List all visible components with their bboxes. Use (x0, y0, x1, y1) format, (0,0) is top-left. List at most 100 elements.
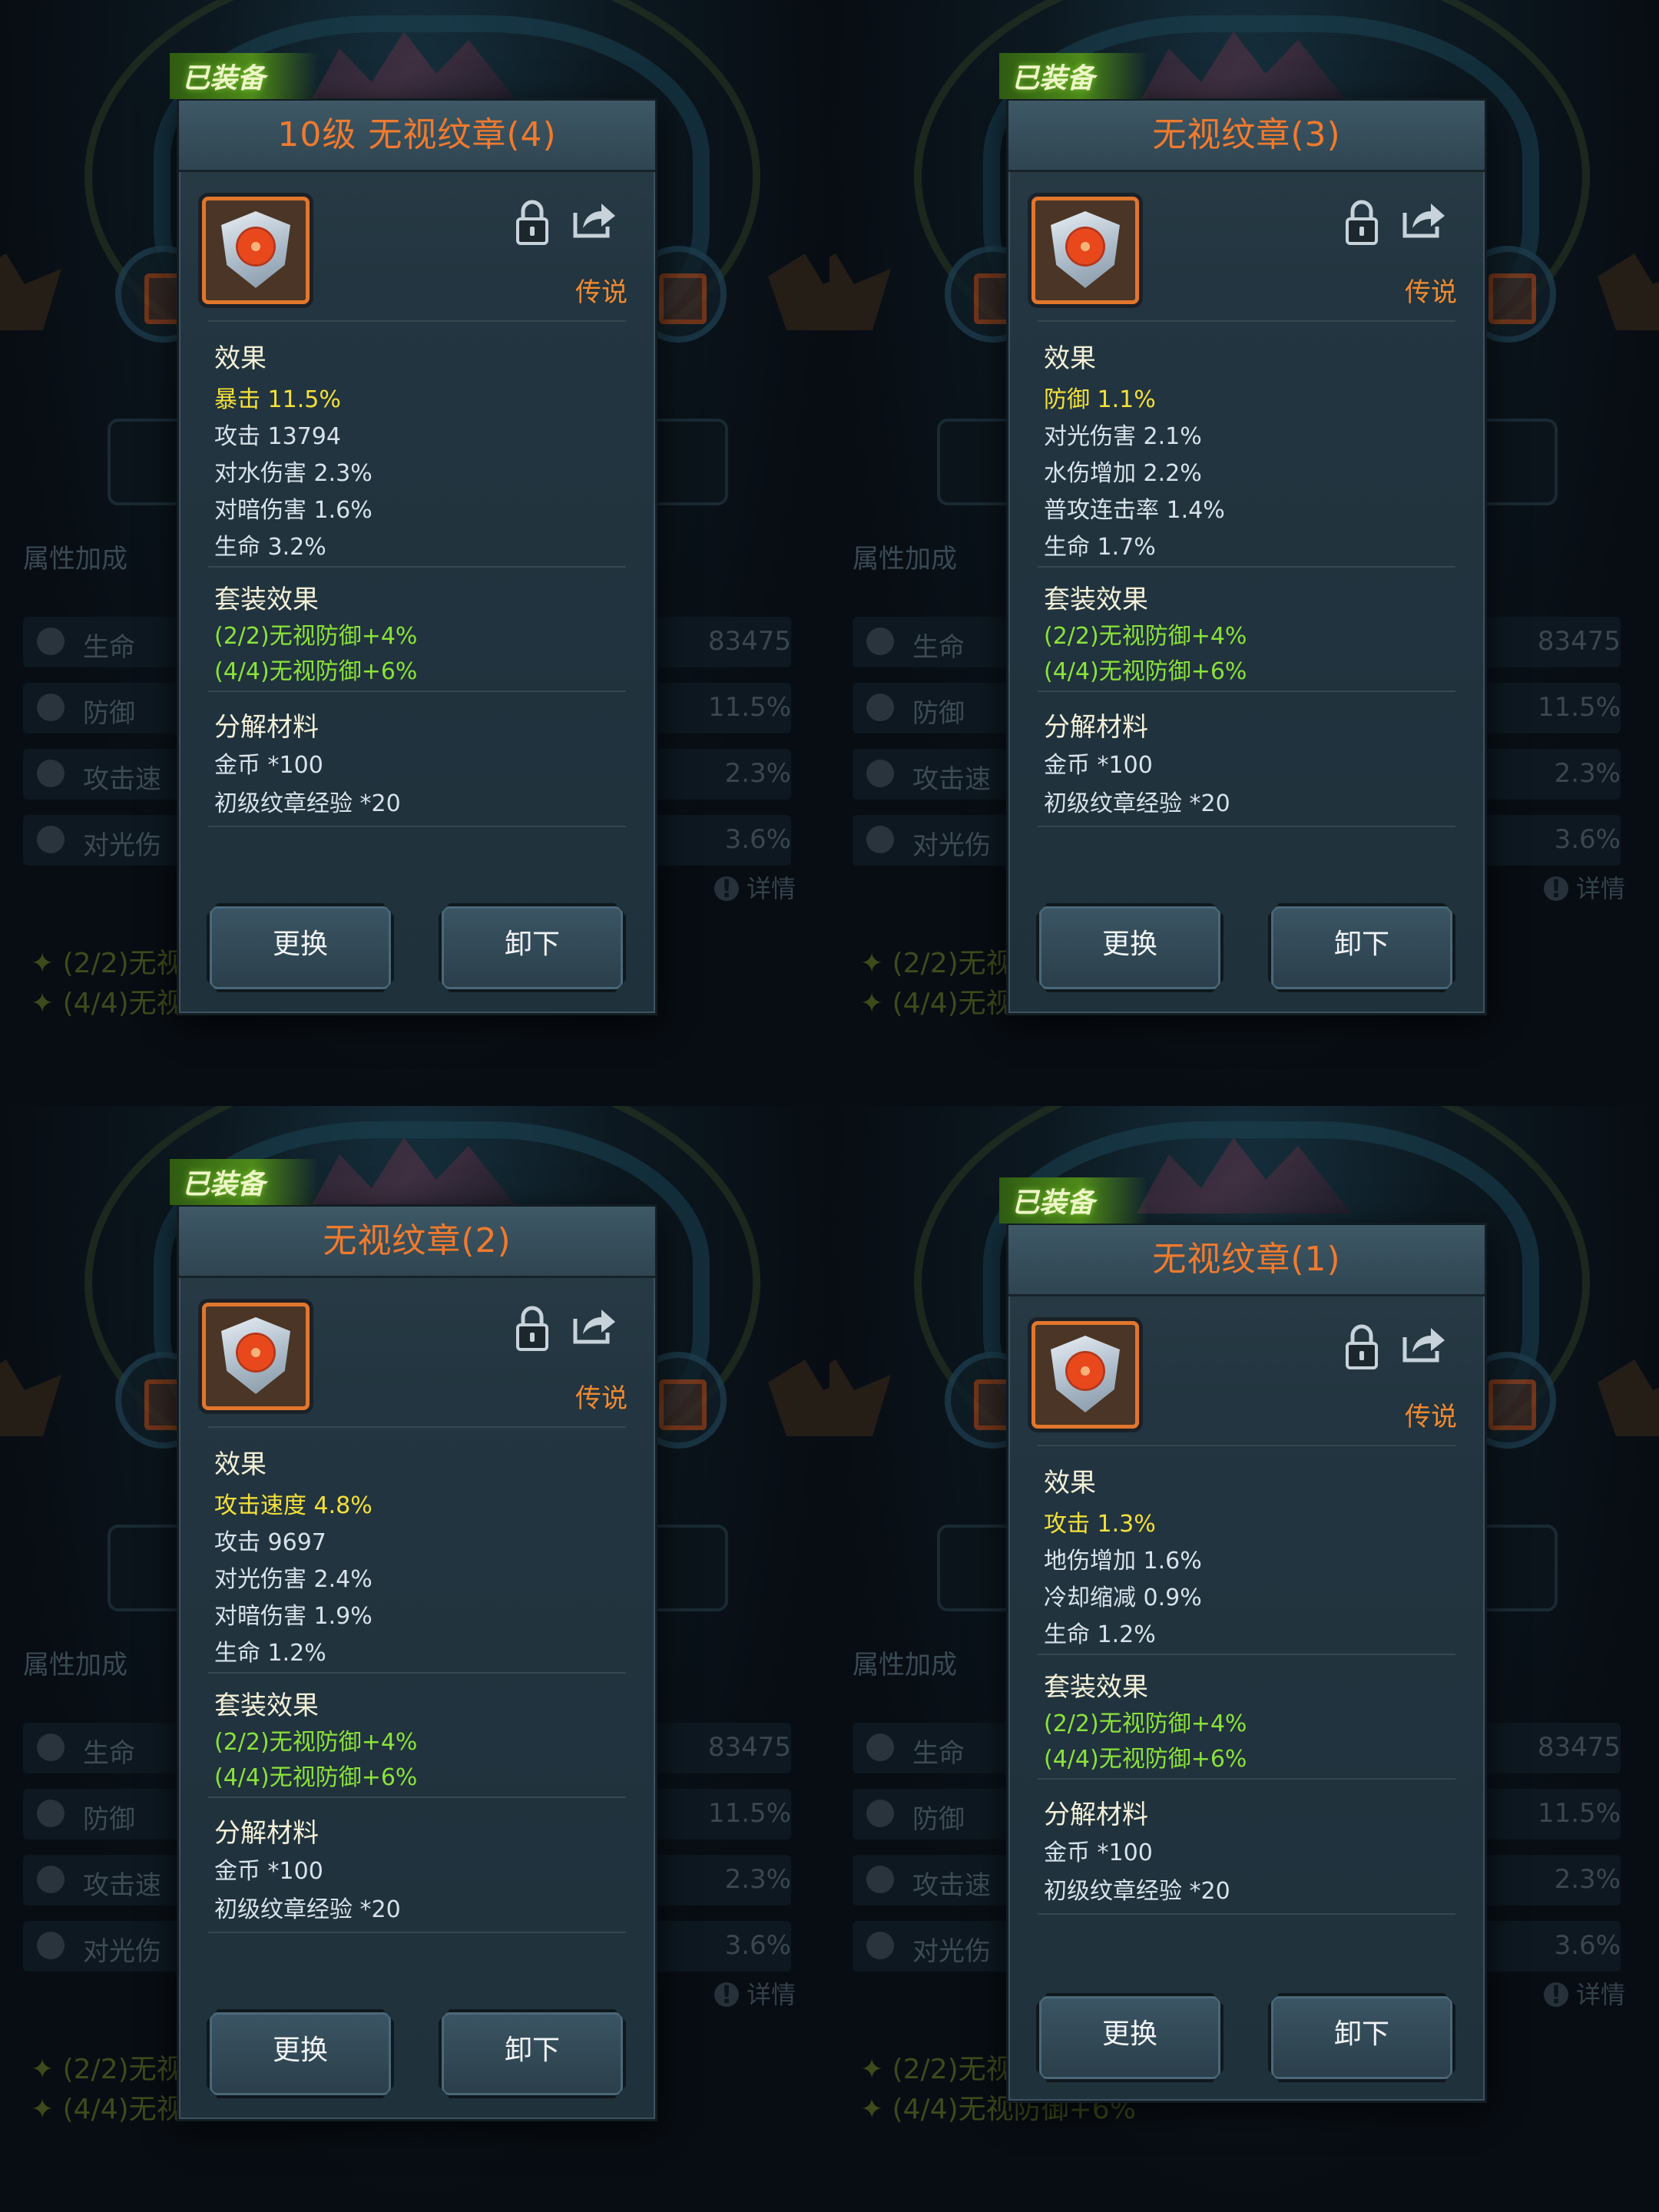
sub-stat: 生命 1.7% (1044, 534, 1156, 561)
stat-icon (866, 1932, 894, 1959)
unequip-button[interactable]: 卸下 (1268, 903, 1455, 992)
set-effect-line: (4/4)无视防御+6% (214, 658, 418, 685)
background-set-text: (2/2)无视 (62, 948, 184, 979)
material-line: 金币 *100 (214, 752, 323, 779)
item-detail-panel: 已装备 10级 无视纹章(4) 传说 效果 暴击 11.5% 攻击 13794 对水伤害 2… (170, 53, 657, 1015)
background-stat-value: 2.3% (724, 758, 791, 789)
replace-button[interactable]: 更换 (207, 2009, 394, 2098)
lock-icon[interactable] (515, 199, 549, 245)
section-divider (208, 826, 626, 827)
lock-icon[interactable] (515, 1305, 549, 1351)
stat-icon (866, 628, 894, 655)
set-effect-title: 套装效果 (1044, 1672, 1148, 1703)
stat-icon (37, 1866, 65, 1893)
background-set-text: (4/4)无视 (62, 2094, 184, 2125)
background-set-line: ✦ (4/4)无视 (31, 988, 184, 1019)
share-icon[interactable] (572, 200, 617, 239)
set-effect-title: 套装效果 (214, 1690, 319, 1721)
background-detail-link[interactable]: 详情 (1544, 1975, 1625, 2011)
background-detail-link[interactable]: 详情 (1544, 869, 1625, 905)
share-icon[interactable] (1402, 200, 1446, 239)
background-stat-value: 3.6% (1554, 1930, 1621, 1961)
material-line: 初级纹章经验 *20 (214, 1896, 401, 1923)
background-stat-value: 83475 (707, 1732, 791, 1763)
background-detail-link[interactable]: 详情 (714, 869, 796, 905)
equipped-badge: 已装备 (170, 53, 320, 99)
stat-icon (866, 1866, 894, 1893)
background-stat-value: 83475 (1537, 1732, 1621, 1763)
section-divider (208, 1932, 626, 1933)
section-divider (1038, 566, 1455, 568)
section-divider (1038, 826, 1455, 827)
set-effect-line: (4/4)无视防御+6% (214, 1764, 418, 1791)
background-set-text: (2/2)无视 (62, 2054, 184, 2085)
background-stat-value: 2.3% (1554, 758, 1621, 789)
item-title: 无视纹章(2) (179, 1207, 655, 1278)
effects-title: 效果 (214, 1449, 267, 1480)
stat-icon (37, 1800, 65, 1827)
background-stat-label: 生命 (912, 1738, 965, 1769)
background-stat-value: 83475 (1537, 626, 1621, 657)
background-decoration (0, 253, 61, 330)
item-title: 无视纹章(1) (1008, 1225, 1485, 1296)
main-stat: 暴击 11.5% (214, 386, 341, 413)
background-stat-label: 攻击速 (912, 1870, 991, 1901)
lock-icon[interactable] (1345, 1323, 1379, 1369)
equipped-badge: 已装备 (999, 53, 1149, 99)
background-detail-link[interactable]: 详情 (714, 1975, 796, 2011)
lock-icon[interactable] (1345, 199, 1379, 245)
sub-stat: 对暗伤害 1.9% (214, 1603, 373, 1630)
share-icon[interactable] (572, 1306, 617, 1345)
share-icon[interactable] (1402, 1325, 1446, 1363)
background-section-title: 属性加成 (853, 1650, 957, 1681)
set-effect-line: (4/4)无视防御+6% (1044, 658, 1247, 685)
background-decoration (830, 1359, 891, 1436)
sub-stat: 攻击 13794 (214, 423, 341, 450)
background-stat-label: 对光伤 (912, 830, 991, 861)
decompose-title: 分解材料 (214, 712, 319, 743)
section-divider (208, 690, 626, 692)
background-stat-label: 攻击速 (912, 764, 991, 795)
background-stat-value: 83475 (707, 626, 791, 657)
stat-icon (37, 826, 65, 853)
section-divider (1038, 320, 1455, 322)
sub-stat: 普攻连击率 1.4% (1044, 497, 1225, 524)
replace-button[interactable]: 更换 (1036, 1993, 1224, 2082)
decompose-title: 分解材料 (1044, 712, 1148, 743)
item-title: 无视纹章(3) (1008, 101, 1485, 172)
background-set-text: (4/4)无视 (892, 988, 1014, 1019)
background-decoration (0, 1359, 61, 1436)
background-stat-value: 3.6% (724, 824, 791, 855)
effects-title: 效果 (1044, 343, 1096, 374)
background-section-title: 属性加成 (23, 544, 127, 575)
unequip-button[interactable]: 卸下 (439, 2009, 626, 2098)
sub-stat: 生命 1.2% (214, 1640, 326, 1667)
replace-button[interactable]: 更换 (207, 903, 394, 992)
background-stat-label: 对光伤 (912, 1936, 991, 1967)
background-set-line: ✦ (4/4)无视 (860, 988, 1014, 1019)
stat-icon (37, 1932, 65, 1959)
background-set-text: (2/2)无视 (892, 948, 1014, 979)
screen-quadrant: 属性加成生命 83475 防御 11.5% 攻击速 2.3% 对光伤 3.6% 详情 ✦ (2/2… (0, 1106, 830, 2212)
decompose-title: 分解材料 (1044, 1800, 1148, 1830)
section-divider (1038, 1654, 1455, 1655)
unequip-button[interactable]: 卸下 (439, 903, 626, 992)
section-divider (208, 1426, 626, 1428)
item-detail-panel: 已装备 无视纹章(2) 传说 效果 攻击速度 4.8% 攻击 9697 对光伤害 2.4% 对… (170, 1159, 657, 2121)
screen-quadrant: 属性加成生命 83475 防御 11.5% 攻击速 2.3% 对光伤 3.6% 详情 ✦ (2/2… (0, 0, 830, 1106)
material-line: 金币 *100 (1044, 752, 1153, 779)
rarity-label: 传说 (575, 1383, 628, 1414)
sub-stat: 对暗伤害 1.6% (214, 497, 373, 524)
main-stat: 攻击 1.3% (1044, 1511, 1156, 1538)
stat-icon (866, 1800, 894, 1827)
unequip-button[interactable]: 卸下 (1268, 1993, 1455, 2082)
replace-button[interactable]: 更换 (1036, 903, 1224, 992)
material-line: 金币 *100 (214, 1858, 323, 1885)
background-stat-label: 生命 (912, 632, 965, 663)
equipped-badge: 已装备 (170, 1159, 320, 1205)
background-stat-label: 生命 (83, 632, 135, 663)
item-icon-frame (1031, 1321, 1139, 1429)
stat-icon (866, 826, 894, 853)
rarity-label: 传说 (1405, 277, 1457, 308)
sub-stat: 攻击 9697 (214, 1529, 326, 1556)
